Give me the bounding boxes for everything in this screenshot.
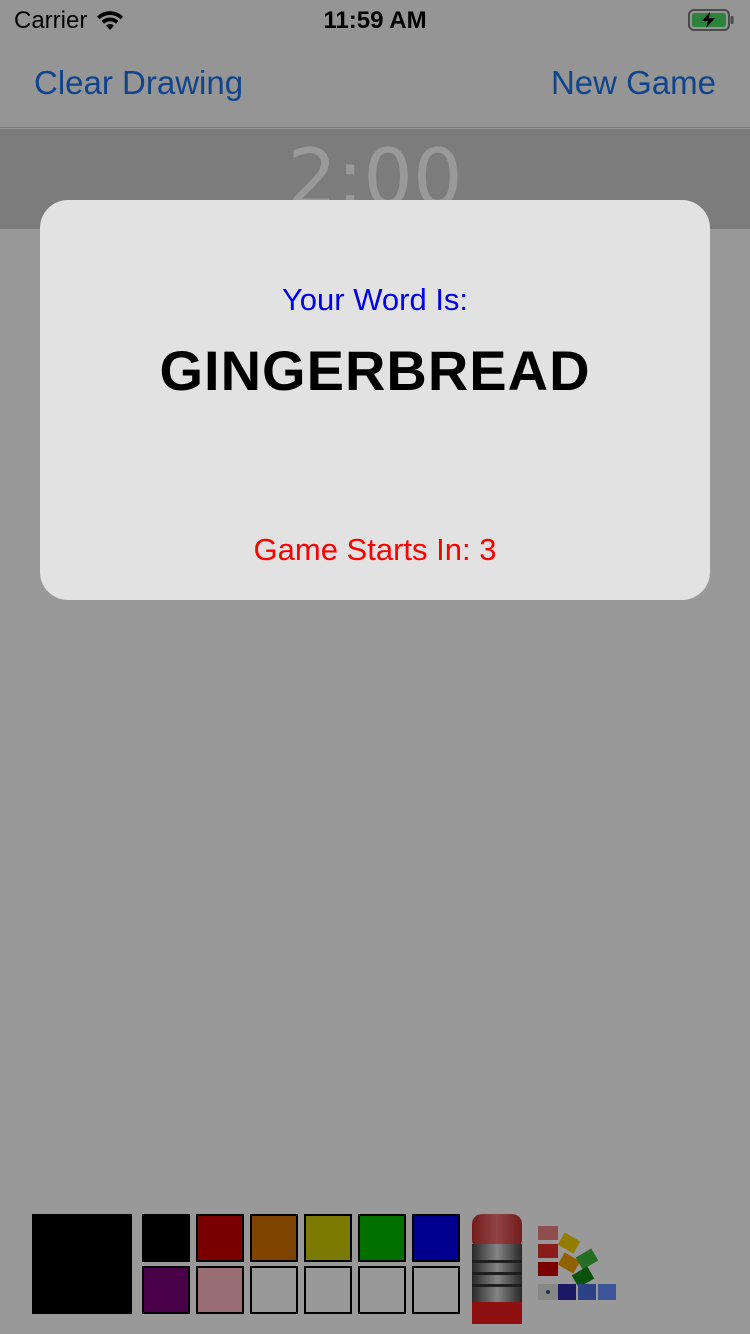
word-label: Your Word Is: — [281, 282, 469, 317]
start-countdown: Game Starts In: 3 — [253, 532, 497, 567]
word-reveal-card: Your Word Is: GINGERBREAD Game Starts In… — [40, 200, 710, 600]
secret-word: GINGERBREAD — [159, 339, 591, 402]
